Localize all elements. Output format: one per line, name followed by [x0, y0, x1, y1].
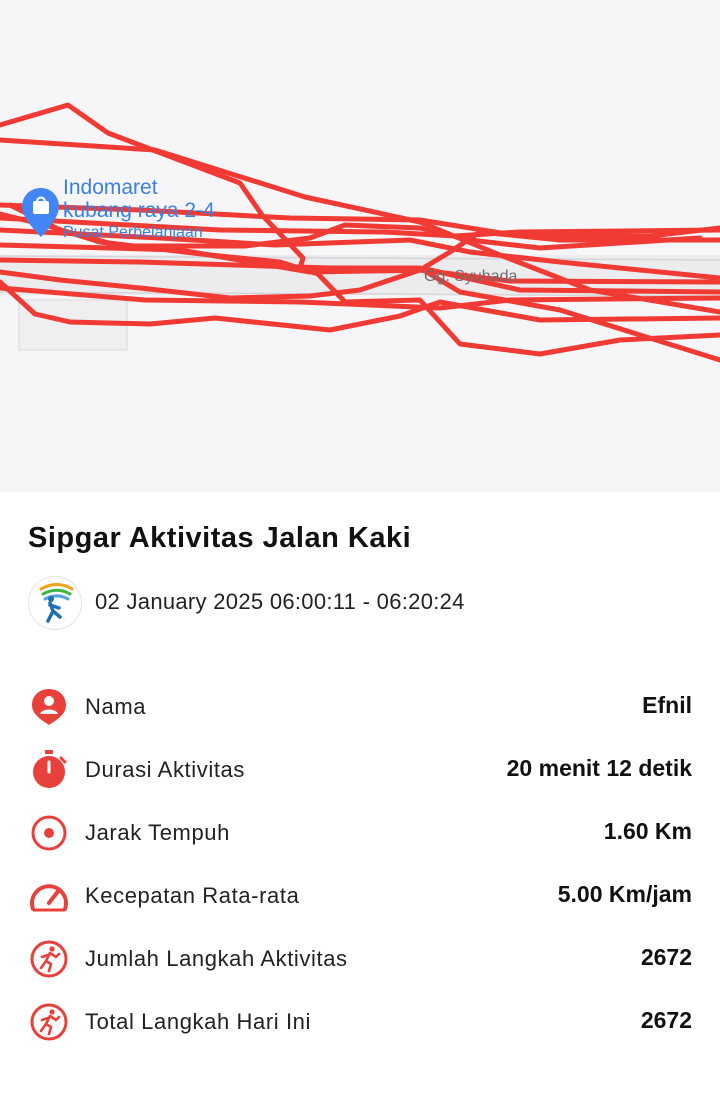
poi-category: Pusat Perbelanjaan [63, 224, 203, 242]
activity-title: Sipgar Aktivitas Jalan Kaki [28, 522, 412, 554]
map-canvas [0, 102, 720, 363]
target-icon [31, 815, 67, 851]
poi-name-line1: Indomaret [63, 176, 158, 199]
stat-row-kecepatan: Kecepatan Rata-rata 5.00 Km/jam [28, 875, 692, 925]
poi-label[interactable]: Indomaret kubang raya 2-4 Pusat Perbelan… [63, 176, 215, 242]
activity-panel: Sipgar Aktivitas Jalan Kaki 02 January 2… [0, 492, 720, 1100]
runner-icon [30, 1003, 68, 1041]
stat-value: 2672 [640, 944, 692, 970]
stat-label: Jarak Tempuh [85, 820, 230, 845]
sipgar-walker-logo [28, 576, 82, 630]
street-label: Gg. Syuhada [424, 268, 518, 285]
stat-value: 5.00 Km/jam [557, 881, 692, 907]
stat-row-jumlah-langkah: Jumlah Langkah Aktivitas 2672 [28, 938, 692, 988]
stopwatch-icon [33, 750, 67, 788]
stat-row-nama: Nama Efnil [28, 686, 692, 736]
stat-row-jarak: Jarak Tempuh 1.60 Km [28, 812, 692, 862]
stat-label: Kecepatan Rata-rata [85, 883, 300, 908]
stat-row-durasi: Durasi Aktivitas 20 menit 12 detik [28, 749, 692, 799]
stat-label: Jumlah Langkah Aktivitas [85, 946, 348, 971]
stat-value: 1.60 Km [603, 818, 692, 844]
route-map[interactable]: Indomaret kubang raya 2-4 Pusat Perbelan… [0, 0, 720, 492]
user-pin-icon [32, 689, 66, 725]
activity-datetime: 02 January 2025 06:00:11 - 06:20:24 [95, 589, 465, 614]
runner-icon [30, 940, 68, 978]
stat-value: 20 menit 12 detik [506, 755, 692, 781]
stat-label: Total Langkah Hari Ini [85, 1009, 311, 1034]
stat-label: Durasi Aktivitas [85, 757, 245, 782]
poi-name-line2: kubang raya 2-4 [63, 199, 215, 223]
stat-label: Nama [85, 694, 147, 719]
stat-row-total-langkah: Total Langkah Hari Ini 2672 [28, 1001, 692, 1051]
speedometer-icon [30, 884, 68, 912]
stat-value: 2672 [640, 1007, 692, 1033]
stat-value: Efnil [642, 692, 692, 718]
